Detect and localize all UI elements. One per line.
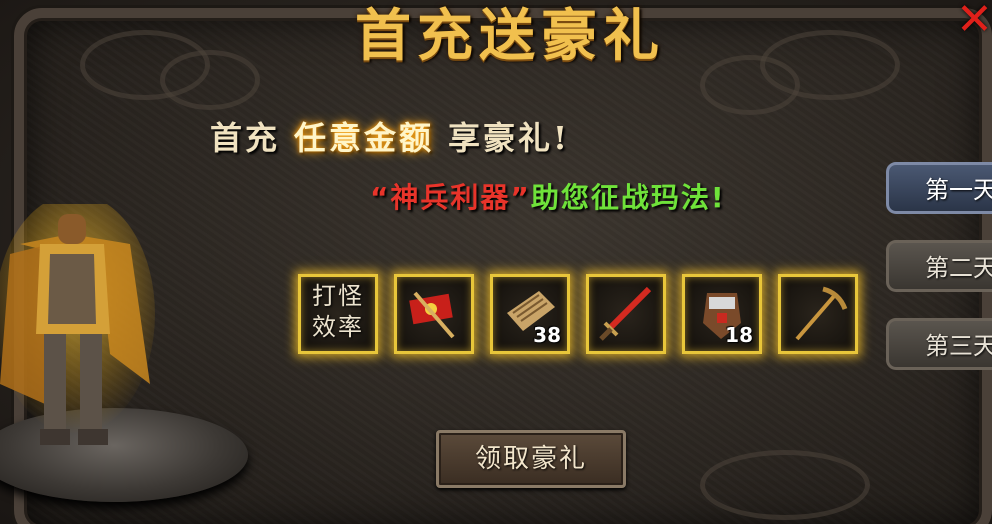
reward-slot-pickaxe[interactable] xyxy=(778,274,858,354)
slogan-line: “神兵利器”助您征战玛法! xyxy=(370,178,870,218)
red-sword-icon xyxy=(599,286,652,341)
reward-slot-fist[interactable]: 18 xyxy=(682,274,762,354)
subtitle-highlight: 任意金额 xyxy=(294,119,435,157)
pickaxe-icon xyxy=(795,286,848,341)
first-recharge-panel: 首充送豪礼 ✕ 首充 任意金额 享豪礼! “神兵利器”助您征战玛法! 第一天 第二天… xyxy=(0,0,992,524)
armored-warrior-figure xyxy=(0,204,155,445)
reward-qty: 38 xyxy=(533,323,561,347)
attack-efficiency-label: 打怪效率 xyxy=(312,282,364,341)
reward-slot-banner[interactable] xyxy=(394,274,474,354)
cloud-carving-bottom xyxy=(700,450,870,520)
close-icon[interactable]: ✕ xyxy=(956,0,992,44)
tab-day-2[interactable]: 第二天 xyxy=(886,240,992,292)
page-title: 首充送豪礼 xyxy=(355,3,665,69)
tab-day-3[interactable]: 第三天 xyxy=(886,318,992,370)
reward-slot-sword[interactable] xyxy=(586,274,666,354)
reward-qty: 18 xyxy=(725,323,753,347)
tab-day-1[interactable]: 第一天 xyxy=(886,162,992,214)
subtitle-prefix: 首充 xyxy=(210,119,281,157)
subtitle-line: 首充 任意金额 享豪礼! xyxy=(210,116,750,160)
red-banner-icon xyxy=(409,291,455,339)
cloud-carving-left-2 xyxy=(160,50,260,110)
slogan-quoted: “神兵利器” xyxy=(370,181,531,214)
claim-reward-button[interactable]: 领取豪礼 xyxy=(436,430,626,488)
reward-slot-attack-efficiency[interactable]: 打怪效率 xyxy=(298,274,378,354)
reward-slot-scroll[interactable]: 38 xyxy=(490,274,570,354)
reward-list: 打怪效率 38 18 xyxy=(298,274,858,356)
slogan-rest: 助您征战玛法! xyxy=(530,181,726,214)
subtitle-suffix: 享豪礼! xyxy=(448,119,571,157)
